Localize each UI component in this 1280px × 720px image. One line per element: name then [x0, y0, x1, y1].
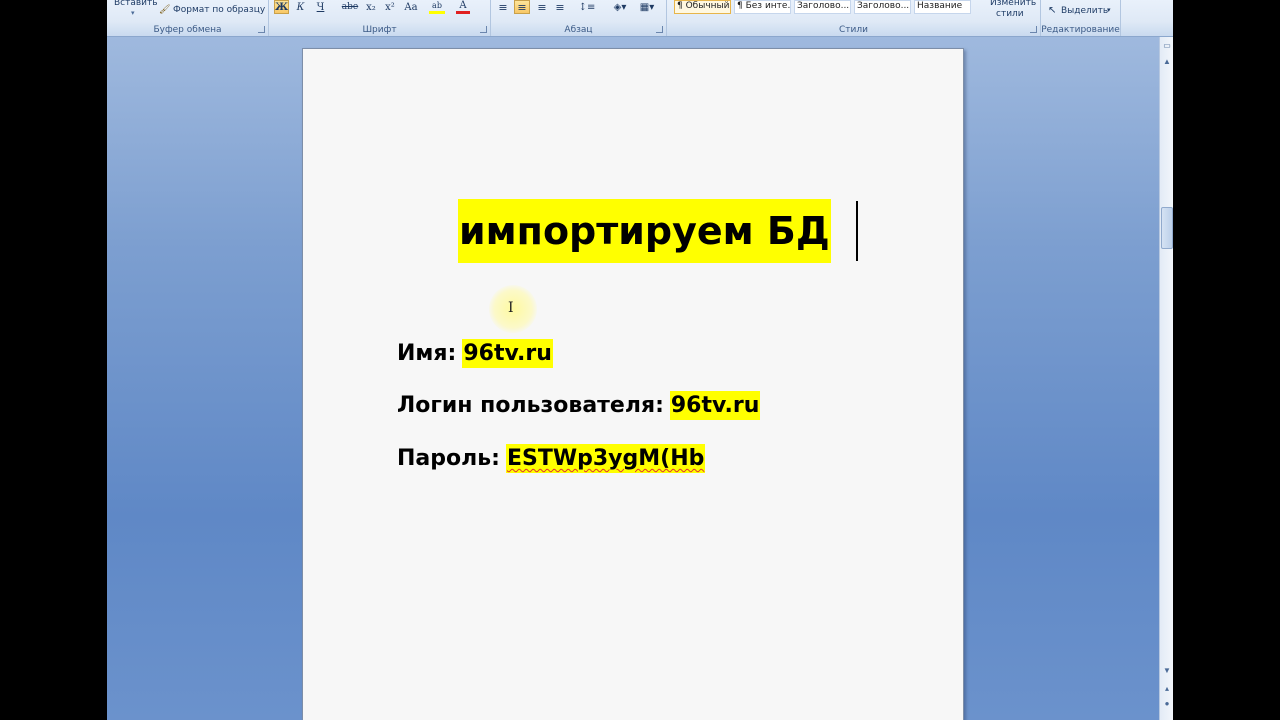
browse-object-icon[interactable]: ●	[1161, 697, 1173, 709]
styles-group-label: Стили	[839, 25, 868, 35]
bold-button[interactable]: Ж	[274, 0, 289, 14]
paste-dropdown-icon[interactable]: ▾	[131, 9, 135, 17]
scroll-up-icon[interactable]: ▲	[1161, 55, 1173, 67]
line-spacing-icon[interactable]: ↕≡	[576, 0, 598, 14]
scroll-down-icon[interactable]: ▼	[1161, 664, 1173, 676]
ibeam-cursor-icon: I	[508, 300, 514, 316]
font-group-label: Шрифт	[362, 25, 397, 35]
clipboard-group: Вставить ▾ 🖌 Формат по образцу Буфер обм…	[107, 0, 269, 36]
styles-launcher-icon[interactable]	[1030, 26, 1037, 33]
name-line[interactable]: Имя: 96tv.ru	[397, 339, 553, 368]
login-label: Логин пользователя:	[397, 393, 664, 418]
italic-button[interactable]: К	[293, 0, 308, 14]
editing-group-label: Редактирование	[1041, 25, 1120, 35]
change-styles-button[interactable]: Изменить	[990, 0, 1036, 8]
password-line[interactable]: Пароль: ESTWp3ygM(Hb	[397, 444, 706, 473]
text-cursor	[856, 201, 858, 261]
paragraph-launcher-icon[interactable]	[656, 26, 663, 33]
align-left-icon[interactable]: ≡	[496, 0, 510, 14]
paste-button[interactable]: Вставить	[114, 0, 158, 8]
editing-group: ↖ Выделить ▾ Редактирование	[1041, 0, 1121, 36]
ruler-toggle-icon[interactable]: ▭	[1161, 39, 1173, 51]
font-launcher-icon[interactable]	[480, 26, 487, 33]
change-case-button[interactable]: Aa	[402, 0, 420, 14]
login-line[interactable]: Логин пользователя: 96tv.ru	[397, 391, 761, 420]
vertical-scrollbar[interactable]: ▭ ▲ ▼ ▴ ●	[1159, 37, 1173, 720]
superscript-button[interactable]: x²	[383, 0, 397, 14]
strikethrough-button[interactable]: abe	[341, 0, 359, 14]
format-painter-button[interactable]: Формат по образцу	[173, 5, 265, 15]
select-dropdown-icon[interactable]: ▾	[1107, 6, 1111, 14]
subscript-button[interactable]: x₂	[364, 0, 378, 14]
align-right-icon[interactable]: ≡	[535, 0, 549, 14]
paragraph-group: ≡ ≡ ≡ ≡ ↕≡ ◈▾ ▦▾ Абзац	[491, 0, 667, 36]
scroll-thumb[interactable]	[1161, 207, 1173, 249]
password-value: ESTWp3ygM(Hb	[505, 444, 706, 473]
document-page[interactable]: импортируем БД I Имя: 96tv.ru Логин поль…	[302, 48, 964, 720]
change-styles-button-line2[interactable]: стили	[996, 9, 1024, 19]
font-group: Ж К Ч abe x₂ x² Aa ab A Шрифт	[269, 0, 491, 36]
password-label: Пароль:	[397, 446, 500, 471]
paragraph-group-label: Абзац	[564, 25, 593, 35]
borders-icon[interactable]: ▦▾	[637, 0, 657, 14]
styles-group: ¶ Обычный ¶ Без инте... Заголово... Заго…	[667, 0, 1041, 36]
right-letterbox	[1173, 0, 1280, 720]
justify-icon[interactable]: ≡	[553, 0, 567, 14]
style-title[interactable]: Название	[914, 0, 971, 14]
document-title[interactable]: импортируем БД	[458, 199, 831, 263]
style-normal[interactable]: ¶ Обычный	[674, 0, 731, 14]
clipboard-launcher-icon[interactable]	[258, 26, 265, 33]
align-center-icon[interactable]: ≡	[514, 0, 530, 14]
highlight-button[interactable]: ab	[429, 0, 445, 14]
clipboard-group-label: Буфер обмена	[153, 25, 222, 35]
style-heading-1[interactable]: Заголово...	[794, 0, 851, 14]
format-painter-icon: 🖌	[159, 5, 171, 15]
select-button[interactable]: Выделить	[1061, 6, 1108, 16]
underline-button[interactable]: Ч	[313, 0, 328, 14]
left-letterbox	[0, 0, 107, 720]
name-value: 96tv.ru	[462, 339, 553, 368]
font-color-button[interactable]: A	[456, 0, 470, 14]
ribbon: Вставить ▾ 🖌 Формат по образцу Буфер обм…	[107, 0, 1173, 37]
name-label: Имя:	[397, 341, 457, 366]
select-cursor-icon: ↖	[1048, 5, 1057, 16]
word-window: Вставить ▾ 🖌 Формат по образцу Буфер обм…	[107, 0, 1173, 720]
shading-icon[interactable]: ◈▾	[609, 0, 631, 14]
previous-page-icon[interactable]: ▴	[1161, 682, 1173, 694]
style-heading-2[interactable]: Заголово...	[854, 0, 911, 14]
login-value: 96tv.ru	[669, 391, 761, 420]
style-no-spacing[interactable]: ¶ Без инте...	[734, 0, 791, 14]
document-workspace: импортируем БД I Имя: 96tv.ru Логин поль…	[107, 37, 1159, 720]
